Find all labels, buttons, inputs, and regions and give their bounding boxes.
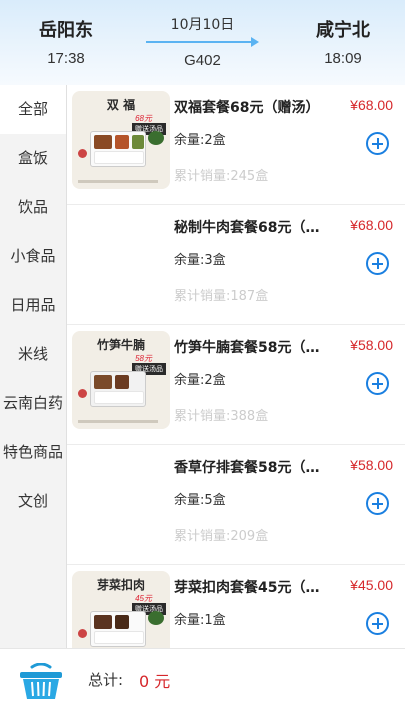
image-title: 芽菜扣肉 <box>96 578 145 592</box>
product-name: 双福套餐68元（赠汤） <box>174 100 320 116</box>
category-daily-goods[interactable]: 日用品 <box>0 281 66 330</box>
product-sold: 累计销量:388盒 <box>174 409 269 424</box>
product-name: 秘制牛肉套餐68元（赠汤） <box>174 220 332 236</box>
product-item[interactable]: 秘制牛肉套餐68元（赠汤） ¥68.00 余量:3盒 累计销量:187盒 <box>67 205 405 325</box>
product-sold: 累计销量:187盒 <box>174 289 269 304</box>
product-price: ¥68.00 <box>350 217 393 233</box>
category-drinks[interactable]: 饮品 <box>0 183 66 232</box>
arrival-time: 18:09 <box>324 50 362 67</box>
image-title: 竹笋牛腩 <box>96 338 145 352</box>
category-rice-noodles[interactable]: 米线 <box>0 330 66 379</box>
product-name: 香草仔排套餐58元（赠汤） <box>174 460 332 476</box>
product-list: 双 福 68元 赠送汤品 双福套餐68元（赠汤） ¥68.00 余量:2盒 累计… <box>67 85 405 648</box>
category-snacks[interactable]: 小食品 <box>0 232 66 281</box>
total-label: 总计: <box>88 671 124 689</box>
product-stock: 余量:5盒 <box>174 493 226 508</box>
product-price: ¥68.00 <box>350 97 393 113</box>
product-price: ¥58.00 <box>350 337 393 353</box>
product-item[interactable]: 芽菜扣肉 45元 赠送汤品 芽菜扣肉套餐45元（赠汤） ¥45.00 余量:1盒 <box>67 565 405 648</box>
total-value: 0 元 <box>139 672 171 691</box>
product-stock: 余量:2盒 <box>174 373 226 388</box>
direction-arrow-icon <box>146 37 259 47</box>
category-all[interactable]: 全部 <box>0 85 66 134</box>
trip-info: 10月10日 G402 <box>130 14 275 69</box>
product-item[interactable]: 双 福 68元 赠送汤品 双福套餐68元（赠汤） ¥68.00 余量:2盒 累计… <box>67 85 405 205</box>
shopping-basket-icon[interactable] <box>18 663 64 701</box>
trip-date: 10月10日 <box>170 17 235 33</box>
product-price: ¥45.00 <box>350 577 393 593</box>
product-name: 竹笋牛腩套餐58元（赠汤） <box>174 340 332 356</box>
product-image: 双 福 68元 赠送汤品 <box>72 91 170 189</box>
category-boxed-meals[interactable]: 盒饭 <box>0 134 66 183</box>
product-price: ¥58.00 <box>350 457 393 473</box>
product-image: 竹笋牛腩 58元 赠送汤品 <box>72 331 170 429</box>
trip-header: 岳阳东 17:38 10月10日 G402 咸宁北 18:09 <box>0 0 405 85</box>
arrival-station: 咸宁北 18:09 <box>283 16 403 67</box>
product-item[interactable]: 香草仔排套餐58元（赠汤） ¥58.00 余量:5盒 累计销量:209盒 <box>67 445 405 565</box>
category-cultural[interactable]: 文创 <box>0 477 66 526</box>
product-sold: 累计销量:245盒 <box>174 169 269 184</box>
add-to-cart-icon[interactable] <box>366 132 389 155</box>
departure-time: 17:38 <box>47 50 85 67</box>
product-stock: 余量:2盒 <box>174 133 226 148</box>
product-image: 芽菜扣肉 45元 赠送汤品 <box>72 571 170 648</box>
product-stock: 余量:3盒 <box>174 253 226 268</box>
category-specialties[interactable]: 特色商品 <box>0 428 66 477</box>
product-name: 芽菜扣肉套餐45元（赠汤） <box>174 580 332 596</box>
product-stock: 余量:1盒 <box>174 613 226 628</box>
image-title: 双 福 <box>106 98 136 112</box>
product-item[interactable]: 竹笋牛腩 58元 赠送汤品 竹笋牛腩套餐58元（赠汤） ¥58.00 余量:2盒… <box>67 325 405 445</box>
cart-footer: 总计: 0 元 <box>0 648 405 708</box>
add-to-cart-icon[interactable] <box>366 372 389 395</box>
product-sold: 累计销量:209盒 <box>174 529 269 544</box>
category-yunnan-baiyao[interactable]: 云南白药 <box>0 379 66 428</box>
add-to-cart-icon[interactable] <box>366 492 389 515</box>
add-to-cart-icon[interactable] <box>366 252 389 275</box>
add-to-cart-icon[interactable] <box>366 612 389 635</box>
departure-station-name: 岳阳东 <box>39 20 93 41</box>
category-sidebar: 全部 盒饭 饮品 小食品 日用品 米线 云南白药 特色商品 文创 <box>0 85 67 648</box>
arrival-station-name: 咸宁北 <box>316 20 370 41</box>
departure-station: 岳阳东 17:38 <box>6 16 126 67</box>
train-number: G402 <box>184 52 221 69</box>
